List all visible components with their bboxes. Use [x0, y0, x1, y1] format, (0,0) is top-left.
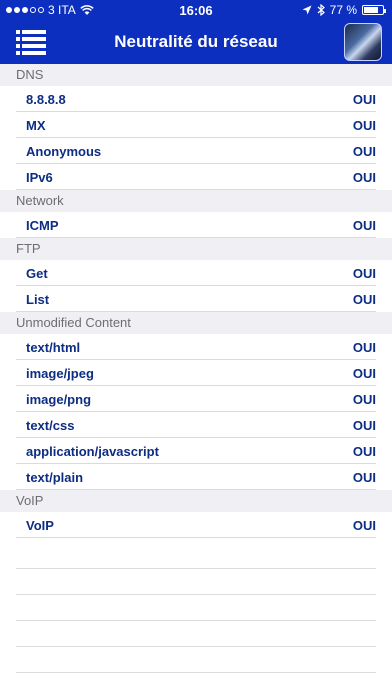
test-name: VoIP: [26, 517, 54, 533]
test-result: OUI: [352, 117, 376, 133]
list-item[interactable]: Anonymous OUI: [0, 138, 392, 164]
location-arrow-icon: [302, 5, 312, 15]
results-list: DNS 8.8.8.8 OUI MX OUI Anonymous OUI IPv6 OUI Net…: [0, 64, 392, 538]
list-item[interactable]: image/jpeg OUI: [0, 360, 392, 386]
bluetooth-icon: [317, 4, 325, 16]
test-result: OUI: [352, 217, 376, 233]
list-item[interactable]: MX OUI: [0, 112, 392, 138]
test-name: ICMP: [26, 217, 59, 233]
list-item[interactable]: IPv6 OUI: [0, 164, 392, 190]
battery-percent: 77 %: [329, 3, 357, 17]
test-name: MX: [26, 117, 46, 133]
list-item[interactable]: ICMP OUI: [0, 212, 392, 238]
status-right: 77 %: [302, 3, 386, 17]
list-item[interactable]: text/plain OUI: [0, 464, 392, 490]
test-result: OUI: [352, 517, 376, 533]
section-header: FTP: [0, 238, 392, 260]
section-header: VoIP: [0, 490, 392, 512]
list-item[interactable]: Get OUI: [0, 260, 392, 286]
test-result: OUI: [352, 391, 376, 407]
status-bar: 3 ITA 16:06 77 %: [0, 0, 392, 20]
empty-list-area: [0, 542, 392, 696]
list-item[interactable]: text/html OUI: [0, 334, 392, 360]
test-result: OUI: [352, 443, 376, 459]
test-name: image/jpeg: [26, 365, 94, 381]
test-name: List: [26, 291, 50, 307]
test-result: OUI: [352, 291, 376, 307]
test-name: image/png: [26, 391, 92, 407]
test-name: 8.8.8.8: [26, 91, 66, 107]
test-result: OUI: [352, 417, 376, 433]
battery-icon: [362, 5, 386, 15]
list-item[interactable]: text/css OUI: [0, 412, 392, 438]
test-result: OUI: [352, 339, 376, 355]
app-header: 3 ITA 16:06 77 % Neutralité du réseau: [0, 0, 392, 64]
test-name: IPv6: [26, 169, 53, 185]
app-thumbnail[interactable]: [344, 23, 382, 61]
test-result: OUI: [352, 169, 376, 185]
test-result: OUI: [352, 469, 376, 485]
test-name: text/html: [26, 339, 81, 355]
section-header: DNS: [0, 64, 392, 86]
list-item[interactable]: 8.8.8.8 OUI: [0, 86, 392, 112]
navigation-bar: Neutralité du réseau: [0, 20, 392, 64]
test-name: Anonymous: [26, 143, 102, 159]
test-result: OUI: [352, 143, 376, 159]
test-name: text/css: [26, 417, 75, 433]
page-title: Neutralité du réseau: [114, 32, 278, 51]
section-header: Network: [0, 190, 392, 212]
test-name: application/javascript: [26, 443, 159, 459]
list-item[interactable]: List OUI: [0, 286, 392, 312]
list-item[interactable]: image/png OUI: [0, 386, 392, 412]
test-name: text/plain: [26, 469, 84, 485]
test-result: OUI: [352, 91, 376, 107]
test-result: OUI: [352, 365, 376, 381]
section-header: Unmodified Content: [0, 312, 392, 334]
test-result: OUI: [352, 265, 376, 281]
list-item[interactable]: application/javascript OUI: [0, 438, 392, 464]
test-name: Get: [26, 265, 48, 281]
list-item[interactable]: VoIP OUI: [0, 512, 392, 538]
